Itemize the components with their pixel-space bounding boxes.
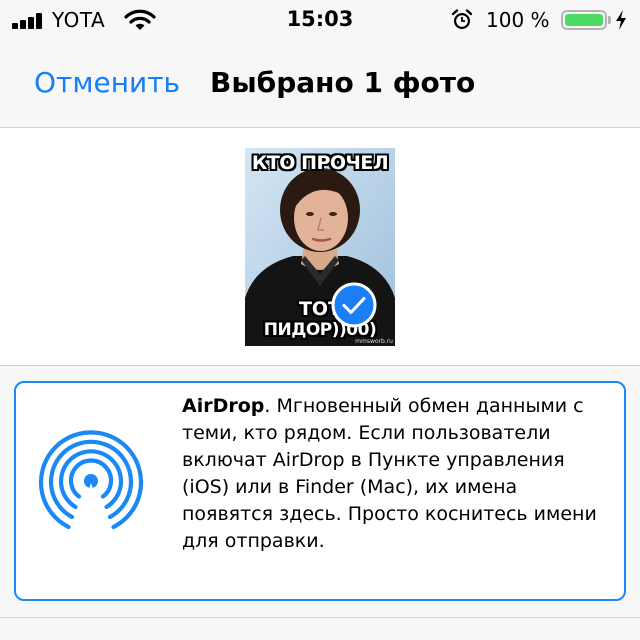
page-title: Выбрано 1 фото (210, 66, 476, 99)
meme-caption-top: КТО ПРОЧЕЛ (251, 152, 389, 174)
airdrop-panel: AirDrop. Мгновенный обмен данными с теми… (14, 381, 626, 601)
airdrop-title: AirDrop (182, 395, 265, 417)
battery-icon (561, 10, 607, 30)
checkmark-icon[interactable] (331, 282, 377, 328)
airdrop-description: AirDrop. Мгновенный обмен данными с теми… (182, 393, 614, 555)
photo-preview-area: КТО ПРОЧЕЛ ТОТ ПИДОР))00) mmsworb.ru (0, 128, 640, 366)
photo-watermark: mmsworb.ru (355, 338, 393, 345)
alarm-icon (451, 9, 473, 29)
charging-icon (616, 10, 626, 30)
navigation-bar: Отменить Выбрано 1 фото (0, 40, 640, 128)
cancel-button[interactable]: Отменить (34, 66, 180, 99)
airdrop-description-text: . Мгновенный обмен данными с теми, кто р… (182, 395, 597, 552)
battery-cap (608, 16, 611, 24)
battery-percentage: 100 % (486, 8, 550, 32)
airdrop-icon (38, 430, 144, 530)
selected-photo-thumbnail[interactable]: КТО ПРОЧЕЛ ТОТ ПИДОР))00) mmsworb.ru (245, 148, 395, 346)
status-bar: YOTA 15:03 100 % (0, 0, 640, 40)
divider (0, 617, 640, 618)
battery-fill (565, 14, 603, 26)
